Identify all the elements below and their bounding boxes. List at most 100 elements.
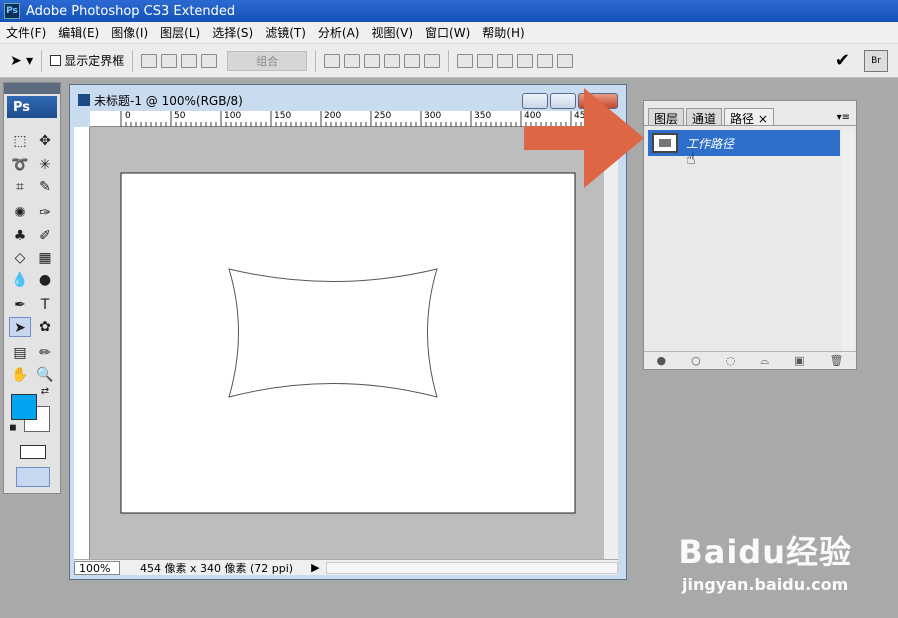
menu-window[interactable]: 窗口(W) — [419, 24, 476, 41]
align-hcenter-icon[interactable] — [404, 53, 421, 68]
menu-file[interactable]: 文件(F) — [0, 24, 52, 41]
vertical-scrollbar[interactable] — [604, 127, 618, 559]
menu-edit[interactable]: 编辑(E) — [52, 24, 105, 41]
menu-filter[interactable]: 滤镜(T) — [259, 24, 312, 41]
tab-close-icon[interactable]: × — [758, 112, 768, 126]
document-canvas[interactable] — [90, 127, 604, 559]
pen-icon[interactable]: ✒ — [9, 295, 31, 315]
combine-button[interactable]: 组合 — [227, 50, 308, 71]
annotation-arrow — [524, 88, 644, 188]
eraser-icon[interactable]: ◇ — [9, 248, 31, 268]
align-top-icon[interactable] — [324, 53, 341, 68]
clone-stamp-icon[interactable]: ♣ — [9, 226, 31, 246]
custom-shape-icon[interactable]: ✿ — [34, 317, 56, 337]
tab-paths[interactable]: 路径 × — [724, 108, 774, 126]
history-brush-icon[interactable]: ✐ — [34, 226, 56, 246]
notes-icon[interactable]: ▤ — [9, 343, 31, 363]
menu-image[interactable]: 图像(I) — [105, 24, 154, 41]
crop-icon[interactable]: ⌗ — [9, 177, 31, 197]
tab-channels[interactable]: 通道 — [686, 108, 723, 126]
magic-wand-icon[interactable]: ✳ — [34, 155, 56, 175]
stroke-path-icon[interactable]: ○ — [691, 354, 701, 367]
photoshop-logo-icon: Ps — [4, 3, 20, 19]
baidu-watermark: Baidu经验 jingyan.baidu.com — [678, 527, 852, 594]
align-left-icon[interactable] — [384, 53, 401, 68]
hand-icon[interactable]: ✋ — [9, 365, 31, 385]
make-work-path-icon[interactable]: ⌓ — [760, 354, 769, 368]
zoom-icon[interactable]: 🔍 — [34, 365, 56, 385]
default-colors-icon[interactable]: ◼ — [6, 421, 20, 435]
move-icon[interactable]: ✥ — [34, 131, 56, 151]
path-area-buttons — [141, 53, 218, 68]
align-bottom-icon[interactable] — [364, 53, 381, 68]
healing-brush-icon[interactable]: ✺ — [9, 203, 31, 223]
path-selection-icon[interactable]: ➤ — [9, 317, 31, 337]
menu-layer[interactable]: 图层(L) — [154, 24, 206, 41]
align-right-icon[interactable] — [424, 53, 441, 68]
watermark-main: Baidu经验 — [678, 533, 852, 571]
path-selection-tool-preset-icon[interactable]: ➤ ▾ — [10, 53, 33, 69]
dodge-icon[interactable]: ● — [34, 270, 56, 290]
canvas-area[interactable] — [90, 127, 604, 559]
marquee-icon[interactable]: ⬚ — [9, 131, 31, 151]
gradient-icon[interactable]: ▦ — [34, 248, 56, 268]
add-to-area-icon[interactable] — [141, 53, 158, 68]
bridge-icon[interactable]: Br — [864, 49, 888, 72]
delete-path-icon[interactable]: 🗑 — [830, 354, 844, 367]
distribute-bottom-icon[interactable] — [497, 53, 514, 68]
new-path-icon[interactable]: ▣ — [794, 354, 804, 367]
brush-icon[interactable]: ✑ — [34, 203, 56, 223]
exclude-overlap-icon[interactable] — [201, 53, 218, 68]
options-bar: ➤ ▾ 显示定界框 组合 ✔ Br — [0, 44, 898, 78]
distribute-buttons — [457, 53, 574, 68]
menu-help[interactable]: 帮助(H) — [476, 24, 530, 41]
panel-footer: ● ○ ◌ ⌓ ▣ 🗑 — [644, 351, 856, 369]
blur-icon[interactable]: 💧 — [9, 270, 31, 290]
show-bounding-box-checkbox[interactable]: 显示定界框 — [50, 52, 124, 69]
screen-mode-icon[interactable] — [16, 467, 50, 487]
canvas-page[interactable] — [120, 172, 576, 514]
ruler-label: 50 — [174, 111, 186, 121]
ruler-label: 100 — [224, 111, 242, 121]
panel-menu-icon[interactable]: ▾≡ — [837, 112, 850, 123]
menu-view[interactable]: 视图(V) — [365, 24, 419, 41]
intersect-area-icon[interactable] — [181, 53, 198, 68]
eyedropper-icon[interactable]: ✏ — [34, 343, 56, 363]
type-icon[interactable]: T — [34, 295, 56, 315]
toolbox-logo: Ps — [7, 96, 57, 118]
distribute-left-icon[interactable] — [517, 53, 534, 68]
align-vcenter-icon[interactable] — [344, 53, 361, 68]
horizontal-scrollbar[interactable] — [325, 561, 618, 574]
foreground-color-overlay — [11, 394, 37, 420]
fill-path-icon[interactable]: ● — [657, 354, 667, 367]
app-title-bar: Ps Adobe Photoshop CS3 Extended — [0, 0, 898, 22]
zoom-field[interactable]: 100% — [74, 560, 120, 575]
toolbox-grip[interactable] — [4, 83, 60, 94]
status-menu-arrow-icon[interactable]: ▶ — [311, 561, 319, 574]
menu-analysis[interactable]: 分析(A) — [312, 24, 366, 41]
ruler-label: 0 — [125, 111, 131, 121]
panel-tabs: 图层 通道 路径 × ▾≡ — [644, 101, 856, 126]
path-row-work-path[interactable]: 工作路径 — [648, 130, 840, 156]
distribute-vcenter-icon[interactable] — [477, 53, 494, 68]
load-selection-icon[interactable]: ◌ — [726, 354, 736, 367]
ruler-label: 150 — [274, 111, 292, 121]
panel-scrollbar[interactable] — [842, 129, 854, 353]
commit-check-icon[interactable]: ✔ — [835, 50, 850, 71]
subtract-from-area-icon[interactable] — [161, 53, 178, 68]
distribute-top-icon[interactable] — [457, 53, 474, 68]
watermark-sub: jingyan.baidu.com — [682, 575, 849, 594]
slice-icon[interactable]: ✎ — [34, 177, 56, 197]
swap-colors-icon[interactable]: ⇄ — [38, 385, 52, 399]
distribute-hcenter-icon[interactable] — [537, 53, 554, 68]
quick-mask-icon[interactable] — [20, 445, 46, 459]
align-buttons — [324, 53, 441, 68]
menu-select[interactable]: 选择(S) — [206, 24, 259, 41]
app-title: Adobe Photoshop CS3 Extended — [26, 3, 236, 19]
lasso-icon[interactable]: ➰ — [9, 155, 31, 175]
ruler-label: 350 — [474, 111, 492, 121]
menu-bar: 文件(F) 编辑(E) 图像(I) 图层(L) 选择(S) 滤镜(T) 分析(A… — [0, 22, 898, 44]
distribute-right-icon[interactable] — [557, 53, 574, 68]
path-thumbnail — [652, 133, 678, 153]
ruler-label: 250 — [374, 111, 392, 121]
